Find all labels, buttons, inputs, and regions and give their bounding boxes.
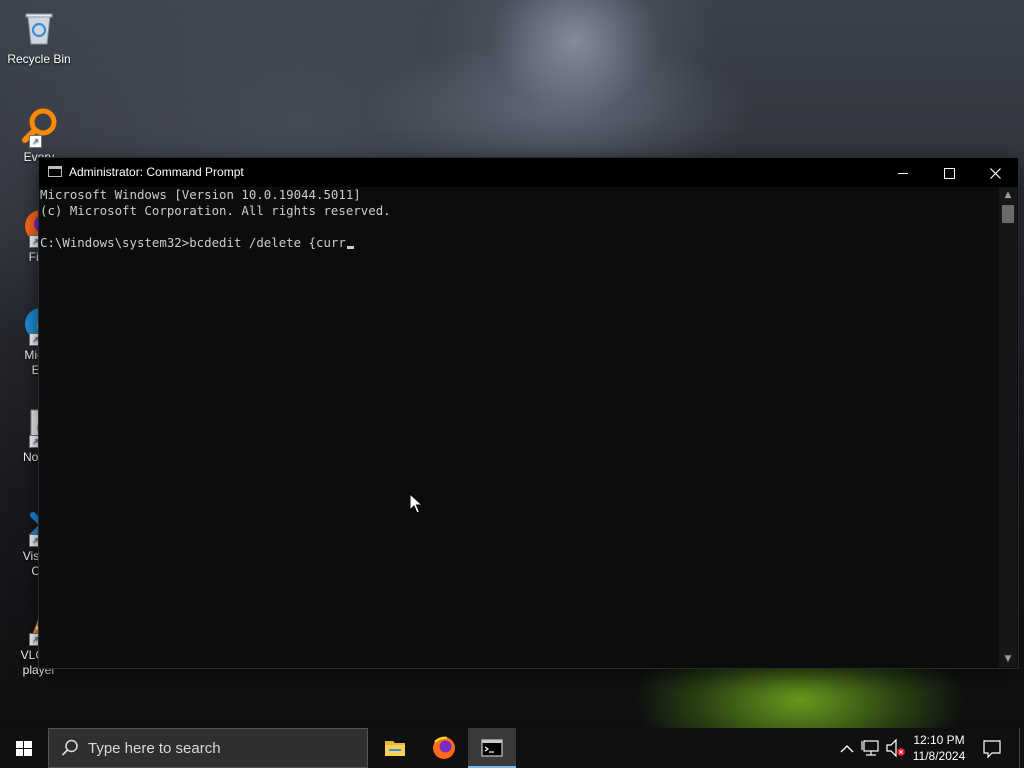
show-desktop-button[interactable] (1019, 728, 1024, 768)
notification-icon (983, 740, 1001, 759)
command-prompt-window[interactable]: Administrator: Command Prompt Microsoft … (38, 157, 1019, 669)
maximize-icon (943, 167, 955, 179)
vertical-scrollbar[interactable]: ▲ ▼ (999, 187, 1017, 667)
maximize-button[interactable] (926, 158, 972, 187)
shortcut-arrow-icon: ↗ (29, 135, 42, 148)
desktop-icon-recycle-bin[interactable]: Recycle Bin (0, 8, 78, 67)
window-titlebar[interactable]: Administrator: Command Prompt (39, 158, 1018, 187)
network-icon[interactable] (860, 728, 882, 768)
text-cursor (346, 246, 354, 249)
taskbar-command-prompt[interactable] (468, 728, 516, 768)
command-prompt-icon (481, 739, 503, 757)
console-line: Microsoft Windows [Version 10.0.19044.50… (40, 187, 361, 202)
action-center-button[interactable] (980, 728, 1004, 768)
close-button[interactable] (972, 158, 1018, 187)
taskbar: Type here to search 12:10 PM 11/8/2024 (0, 728, 1024, 768)
desktop-icon-label: Recycle Bin (7, 52, 71, 66)
console-output[interactable]: Microsoft Windows [Version 10.0.19044.50… (39, 187, 999, 667)
console-prompt-line: C:\Windows\system32>bcdedit /delete {cur… (40, 235, 999, 251)
desktop: Recycle Bin ↗ Every ↗ Fire ↗ (0, 0, 1024, 728)
taskbar-search-box[interactable]: Type here to search (48, 728, 368, 768)
show-hidden-icons-chevron-icon[interactable] (836, 728, 858, 768)
scroll-down-arrow-icon[interactable]: ▼ (999, 651, 1017, 667)
search-placeholder: Type here to search (88, 740, 221, 757)
mouse-pointer-icon (409, 492, 424, 519)
start-button[interactable] (0, 728, 48, 768)
command-prompt-icon (48, 166, 62, 177)
minimize-button[interactable] (880, 158, 926, 187)
volume-muted-icon[interactable] (884, 728, 908, 768)
everything-search-icon: ↗ (19, 106, 59, 148)
search-icon (61, 739, 78, 756)
taskbar-clock[interactable]: 12:10 PM 11/8/2024 (906, 732, 972, 768)
console-line: (c) Microsoft Corporation. All rights re… (40, 203, 391, 218)
firefox-icon (433, 736, 455, 759)
minimize-icon (898, 172, 908, 174)
scroll-up-arrow-icon[interactable]: ▲ (999, 187, 1017, 203)
recycle-bin-icon (19, 8, 59, 48)
command-input-text[interactable]: C:\Windows\system32>bcdedit /delete {cur… (40, 235, 346, 250)
file-explorer-icon (385, 741, 405, 756)
clock-time: 12:10 PM (913, 733, 965, 747)
close-icon (989, 167, 1001, 179)
clock-date: 11/8/2024 (912, 749, 966, 763)
taskbar-file-explorer[interactable] (371, 728, 419, 768)
scrollbar-thumb[interactable] (1002, 205, 1014, 223)
window-title: Administrator: Command Prompt (69, 165, 244, 179)
taskbar-firefox[interactable] (420, 728, 468, 768)
windows-logo-icon (16, 741, 32, 756)
